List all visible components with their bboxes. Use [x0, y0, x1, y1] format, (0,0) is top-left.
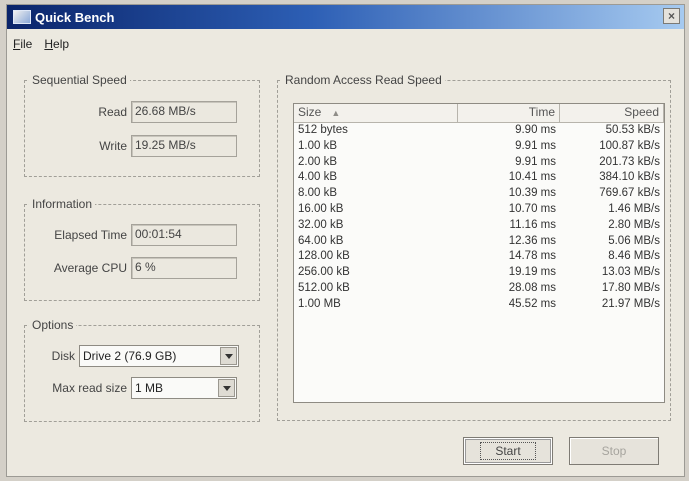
main-window: Quick Bench × File Help Sequential Speed…	[6, 4, 685, 477]
row-speed: 769.67 kB/s	[599, 187, 660, 200]
row-time: 14.78 ms	[508, 250, 556, 263]
maxread-row: Max read size 1 MB	[27, 377, 237, 399]
row-speed: 8.46 MB/s	[608, 250, 660, 263]
row-speed: 1.46 MB/s	[608, 202, 660, 215]
cpu-row: Average CPU 6 %	[27, 257, 237, 279]
row-speed: 100.87 kB/s	[599, 139, 660, 152]
window-title: Quick Bench	[35, 9, 115, 25]
list-item[interactable]: 4.00 kB 10.41 ms 384.10 kB/s	[294, 170, 664, 186]
list-item[interactable]: 128.00 kB 14.78 ms 8.46 MB/s	[294, 249, 664, 265]
read-value-field: 26.68 MB/s	[131, 101, 237, 123]
max-read-size-label: Max read size	[52, 381, 127, 395]
row-size: 1.00 kB	[298, 139, 337, 152]
max-read-size-value: 1 MB	[135, 381, 164, 395]
column-size-header[interactable]: Size ▲	[294, 104, 458, 122]
row-size: 32.00 kB	[298, 218, 344, 231]
row-time: 9.91 ms	[515, 139, 556, 152]
chevron-down-icon[interactable]	[220, 347, 237, 365]
row-speed: 2.80 MB/s	[608, 218, 660, 231]
average-cpu-label: Average CPU	[53, 261, 127, 275]
list-item[interactable]: 64.00 kB 12.36 ms 5.06 MB/s	[294, 234, 664, 250]
row-time: 11.16 ms	[509, 218, 556, 231]
max-read-size-select[interactable]: 1 MB	[131, 377, 237, 399]
row-time: 45.52 ms	[508, 297, 556, 310]
sort-up-icon: ▲	[331, 108, 341, 118]
title-bar[interactable]: Quick Bench ×	[7, 5, 684, 29]
row-time: 12.36 ms	[508, 234, 556, 247]
random-access-legend: Random Access Read Speed	[285, 73, 442, 87]
row-speed: 13.03 MB/s	[601, 266, 660, 279]
chevron-down-icon[interactable]	[218, 379, 235, 397]
disk-select[interactable]: Drive 2 (76.9 GB)	[79, 345, 239, 367]
list-item[interactable]: 2.00 kB 9.91 ms 201.73 kB/s	[294, 155, 664, 171]
row-speed: 21.97 MB/s	[601, 297, 660, 310]
row-size: 512 bytes	[298, 124, 348, 136]
close-button[interactable]: ×	[663, 8, 680, 24]
column-speed-header[interactable]: Speed	[560, 104, 664, 122]
row-size: 1.00 MB	[298, 297, 341, 310]
information-group: Information	[24, 197, 260, 301]
row-size: 16.00 kB	[298, 202, 344, 215]
read-label: Read	[98, 105, 127, 119]
disk-label: Disk	[51, 349, 75, 363]
menu-help[interactable]: Help	[44, 37, 69, 51]
row-time: 28.08 ms	[508, 281, 556, 294]
disk-select-value: Drive 2 (76.9 GB)	[83, 349, 177, 363]
average-cpu-field: 6 %	[131, 257, 237, 279]
stop-button[interactable]: Stop	[569, 437, 659, 465]
sequential-speed-group: Sequential Speed	[24, 73, 260, 177]
row-size: 4.00 kB	[298, 171, 337, 184]
list-body: 512 bytes 9.90 ms 50.53 kB/s 1.00 kB 9.91 ms…	[294, 123, 664, 313]
list-item[interactable]: 8.00 kB 10.39 ms 769.67 kB/s	[294, 186, 664, 202]
menu-file[interactable]: File	[13, 37, 32, 51]
row-time: 10.70 ms	[508, 202, 556, 215]
disk-row: Disk Drive 2 (76.9 GB)	[27, 345, 239, 367]
write-row: Write 19.25 MB/s	[27, 135, 237, 157]
information-legend: Information	[32, 197, 93, 211]
list-item[interactable]: 512.00 kB 28.08 ms 17.80 MB/s	[294, 281, 664, 297]
list-item[interactable]: 1.00 MB 45.52 ms 21.97 MB/s	[294, 297, 664, 313]
sequential-speed-legend: Sequential Speed	[32, 73, 127, 87]
results-list[interactable]: Size ▲ Time Speed 512 bytes 9.90 ms 50.53 k…	[293, 103, 665, 403]
column-time-header[interactable]: Time	[458, 104, 560, 122]
row-speed: 17.80 MB/s	[601, 281, 660, 294]
elapsed-time-label: Elapsed Time	[54, 228, 127, 242]
list-header: Size ▲ Time Speed	[294, 104, 664, 123]
row-size: 128.00 kB	[298, 250, 350, 263]
row-size: 8.00 kB	[298, 187, 337, 200]
list-item[interactable]: 32.00 kB 11.16 ms 2.80 MB/s	[294, 218, 664, 234]
options-group: Options	[24, 318, 260, 422]
app-icon	[13, 10, 31, 24]
row-size: 64.00 kB	[298, 234, 344, 247]
row-speed: 201.73 kB/s	[599, 155, 660, 168]
row-speed: 384.10 kB/s	[599, 171, 660, 184]
write-label: Write	[99, 139, 127, 153]
menu-bar: File Help	[13, 37, 69, 51]
row-time: 19.19 ms	[508, 266, 556, 279]
options-legend: Options	[32, 318, 74, 332]
row-size: 256.00 kB	[298, 266, 350, 279]
row-speed: 50.53 kB/s	[605, 124, 660, 136]
write-value-field: 19.25 MB/s	[131, 135, 237, 157]
row-time: 10.41 ms	[508, 171, 556, 184]
row-time: 9.90 ms	[515, 124, 556, 136]
read-row: Read 26.68 MB/s	[27, 101, 237, 123]
row-size: 2.00 kB	[298, 155, 337, 168]
row-time: 9.91 ms	[515, 155, 556, 168]
list-item[interactable]: 512 bytes 9.90 ms 50.53 kB/s	[294, 123, 664, 139]
elapsed-time-field: 00:01:54	[131, 224, 237, 246]
row-time: 10.39 ms	[508, 187, 556, 200]
list-item[interactable]: 1.00 kB 9.91 ms 100.87 kB/s	[294, 139, 664, 155]
start-button[interactable]: Start	[463, 437, 553, 465]
elapsed-row: Elapsed Time 00:01:54	[27, 224, 237, 246]
list-item[interactable]: 256.00 kB 19.19 ms 13.03 MB/s	[294, 265, 664, 281]
row-size: 512.00 kB	[298, 281, 350, 294]
row-speed: 5.06 MB/s	[608, 234, 660, 247]
list-item[interactable]: 16.00 kB 10.70 ms 1.46 MB/s	[294, 202, 664, 218]
